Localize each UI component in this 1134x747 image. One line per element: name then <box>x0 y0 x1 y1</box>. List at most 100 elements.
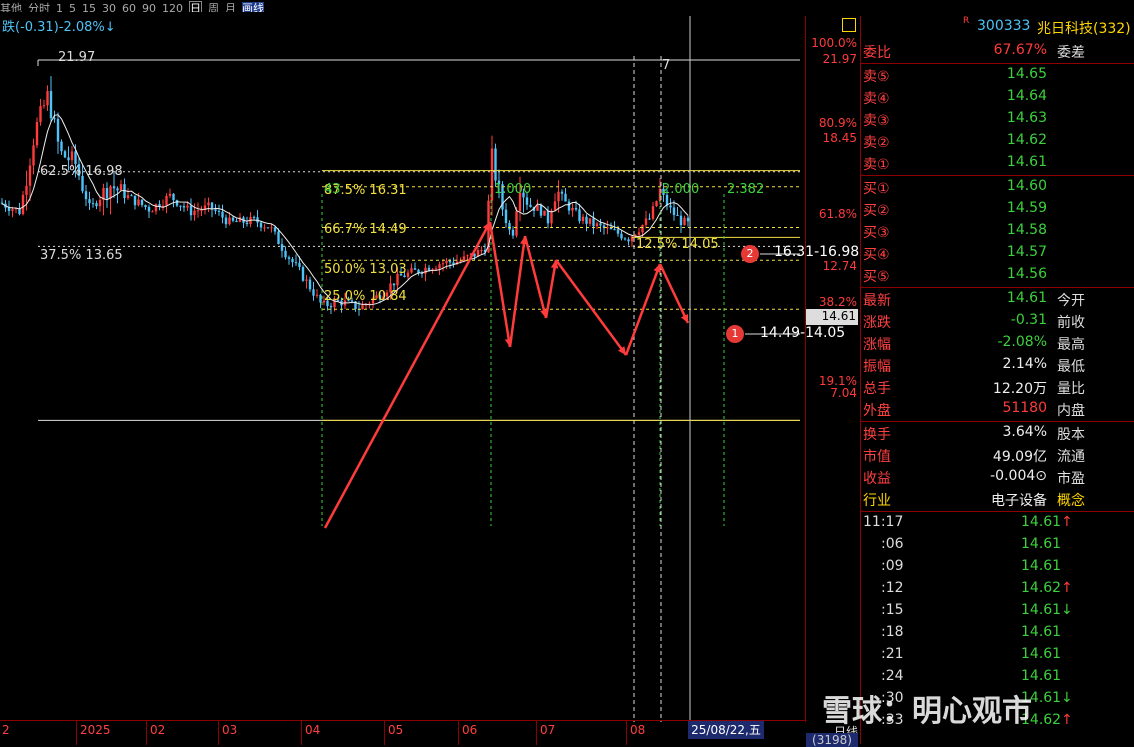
tick-row: :18 14.61 <box>861 622 1134 644</box>
fib-level-label: 12.5% 14.05 <box>636 237 719 253</box>
candle-body <box>553 201 557 211</box>
fib-time-label: 2.382 <box>727 182 765 197</box>
candle-body <box>70 151 74 161</box>
period-button-3[interactable]: 5 <box>69 2 76 12</box>
candle-body <box>406 272 410 278</box>
price-axis-label: 7.04 <box>830 386 857 401</box>
current-price-tag: 14.61 <box>806 309 858 325</box>
tick-direction-icon: ↑ <box>1061 580 1073 596</box>
candle-body <box>266 227 270 229</box>
fib-level-label: 25.0% 10.84 <box>324 289 407 305</box>
ask-row-label: 卖④ <box>863 91 890 107</box>
bid-row-label: 买③ <box>863 225 890 241</box>
bid-row-value: 14.58 <box>1006 222 1047 238</box>
period-button-12[interactable]: 画线 <box>242 2 264 12</box>
tick-direction-icon: ↓ <box>1061 690 1073 706</box>
annotation-range-label: 16.31-16.98 <box>774 244 860 260</box>
price-axis-label: 21.97 <box>822 52 857 66</box>
candle-body <box>140 199 144 205</box>
period-button-5[interactable]: 30 <box>102 2 116 12</box>
diff-label: 委差 <box>1057 45 1085 61</box>
quote-row-label: 振幅 <box>863 359 891 375</box>
candle-body <box>259 222 263 228</box>
candle-body <box>287 257 291 259</box>
candle-body <box>32 145 35 166</box>
fundamental-row-value: 电子设备 <box>991 493 1047 509</box>
candle-body <box>130 195 133 197</box>
tick-time: :15 <box>881 602 904 618</box>
candle-body <box>550 210 553 224</box>
candle-body <box>21 194 25 215</box>
tick-row: :06 14.61 <box>861 534 1134 556</box>
ask-row-label: 卖② <box>863 135 890 151</box>
period-button-7[interactable]: 90 <box>142 2 156 12</box>
bid-row-value: 14.57 <box>1006 244 1047 260</box>
price-axis-label: 12.74 <box>822 258 857 273</box>
selected-date: 25/08/22,五 <box>688 721 764 739</box>
candle-body <box>42 105 46 107</box>
candle-body <box>172 193 175 201</box>
quote-row-label: 最新 <box>863 293 891 309</box>
quote-row: 最新 14.61 今开 <box>861 288 1134 310</box>
candle-body <box>676 214 679 216</box>
candle-body <box>56 118 60 142</box>
period-button-6[interactable]: 60 <box>122 2 136 12</box>
fundamental-row-value: 3.64% <box>1002 424 1047 440</box>
tick-row: :15 14.61 ↓ <box>861 600 1134 622</box>
tick-price: 14.61 <box>1021 668 1062 684</box>
candle-body <box>60 141 63 152</box>
candle-body <box>641 224 644 233</box>
ask-row: 卖① 14.61 <box>861 152 1134 174</box>
period-button-11[interactable]: 月 <box>225 2 236 12</box>
fib-left-375-label: 37.5% 13.65 <box>40 248 123 264</box>
candle-body <box>655 201 658 207</box>
tick-time: :18 <box>881 624 904 640</box>
ask-row-label: 卖① <box>863 157 890 173</box>
fib-left-top-label: 21.97 <box>58 50 96 65</box>
period-button-2[interactable]: 1 <box>56 2 63 12</box>
r-mark: R <box>963 16 970 26</box>
candle-body <box>511 229 515 236</box>
candle-body <box>315 294 319 296</box>
quote-row: 涨幅 -2.08% 最高 <box>861 332 1134 354</box>
period-button-8[interactable]: 120 <box>162 2 183 12</box>
watermark: 雪球：明心观市 <box>822 694 1032 729</box>
period-button-4[interactable]: 15 <box>82 2 96 12</box>
fundamental-row-label: 换手 <box>863 427 891 443</box>
ask-row-label: 卖③ <box>863 113 890 129</box>
stock-name: 兆日科技(332) <box>1037 21 1131 37</box>
candle-body <box>434 268 438 270</box>
tick-price: 14.62 <box>1021 580 1062 596</box>
annotation-badge: 2 <box>741 245 759 263</box>
quote-panel: R 300333 兆日科技(332) 委比 67.67% 委差 卖⑤ 14.65 卖… <box>860 16 1134 744</box>
tick-time: :24 <box>881 668 904 684</box>
time-axis-label: 05 <box>388 723 404 737</box>
tick-price: 14.61 <box>1021 624 1062 640</box>
bar-count: (3198) <box>806 733 858 747</box>
tick-row: :21 14.61 <box>861 644 1134 666</box>
candle-body <box>39 106 42 123</box>
candle-body <box>312 289 315 296</box>
period-button-0[interactable]: 其他 <box>0 2 22 12</box>
candle-body <box>413 268 417 270</box>
candle-body <box>557 191 560 202</box>
window-square-icon[interactable] <box>842 18 856 32</box>
kline-chart[interactable] <box>0 16 805 722</box>
candle-body <box>235 220 238 222</box>
period-button-10[interactable]: 周 <box>208 2 219 12</box>
period-button-9[interactable]: 日 <box>189 1 202 12</box>
tick-time: :09 <box>881 558 904 574</box>
quote-row-label: 涨幅 <box>863 337 891 353</box>
period-button-1[interactable]: 分时 <box>28 2 50 12</box>
candle-body <box>147 207 151 212</box>
fundamental-row: 市值 49.09亿 流通 <box>861 444 1134 466</box>
candle-body <box>116 188 119 191</box>
price-axis-label: 61.8% <box>818 207 857 221</box>
ask-row-value: 14.62 <box>1006 132 1047 148</box>
quote-row-value: -0.31 <box>1010 312 1047 328</box>
bid-row-label: 买② <box>863 203 890 219</box>
fundamental-row-label2: 概念 <box>1057 493 1085 509</box>
ask-row-label: 卖⑤ <box>863 69 890 85</box>
candle-body <box>329 306 333 308</box>
time-axis-label: 2025 <box>80 723 111 737</box>
